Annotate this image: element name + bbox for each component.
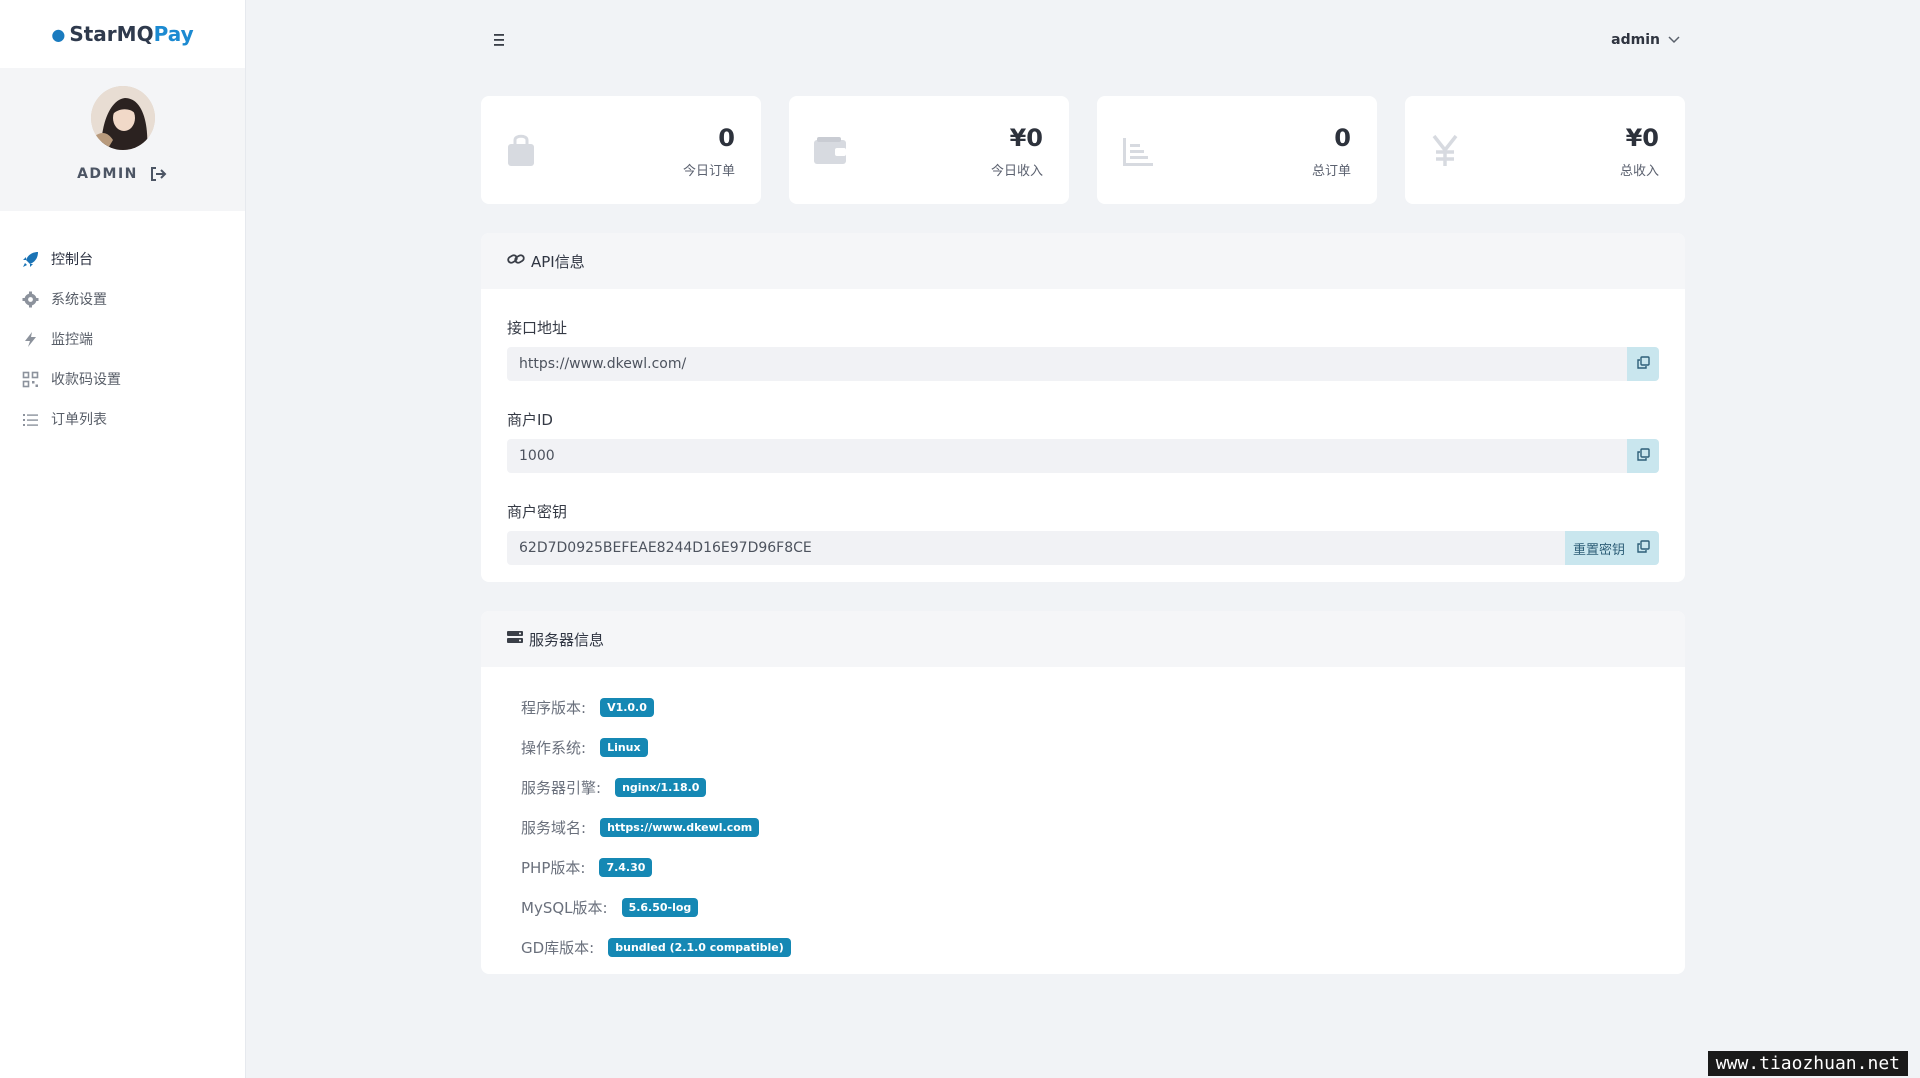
user-dropdown[interactable]: admin <box>1611 32 1680 48</box>
copy-icon <box>1636 447 1650 465</box>
info-row-version: 程序版本: V1.0.0 <box>507 687 1659 727</box>
qrcode-icon <box>22 371 39 388</box>
reset-key-button[interactable]: 重置密钥 <box>1564 531 1627 565</box>
info-row-php: PHP版本: 7.4.30 <box>507 847 1659 887</box>
stat-value: ¥0 <box>1009 124 1043 152</box>
info-label: 程序版本: <box>521 698 587 717</box>
stat-card-total-income: ¥0 总收入 <box>1405 96 1685 204</box>
sidebar-menu: 控制台 系统设置 监控端 收款码设置 订单列表 <box>0 211 245 439</box>
sidebar-item-dashboard[interactable]: 控制台 <box>0 239 245 279</box>
stat-value: ¥0 <box>1625 124 1659 152</box>
panel-header: 服务器信息 <box>481 611 1685 667</box>
reset-key-label: 重置密钥 <box>1572 542 1625 558</box>
menu-toggle-icon[interactable] <box>490 32 508 46</box>
avatar <box>90 86 155 150</box>
copy-endpoint-button[interactable] <box>1627 347 1659 381</box>
merchant-key-label: 商户密钥 <box>507 503 568 521</box>
copy-merchant-id-button[interactable] <box>1627 439 1659 473</box>
info-label: GD库版本: <box>521 938 595 957</box>
bar-chart-icon <box>1121 130 1153 170</box>
panel-header: API信息 <box>481 233 1685 289</box>
info-row-domain: 服务域名: https://www.dkewl.com <box>507 807 1659 847</box>
brand-name-part2: Pay <box>153 22 194 46</box>
stat-card-today-income: ¥0 今日收入 <box>789 96 1069 204</box>
info-badge: bundled (2.1.0 compatible) <box>608 937 791 957</box>
yen-icon <box>1429 130 1461 170</box>
info-row-os: 操作系统: Linux <box>507 727 1659 767</box>
sidebar-item-label: 系统设置 <box>51 292 107 308</box>
sidebar-item-monitor[interactable]: 监控端 <box>0 319 245 359</box>
info-row-engine: 服务器引擎: nginx/1.18.0 <box>507 767 1659 807</box>
stat-label: 总订单 <box>1311 164 1351 179</box>
stat-card-total-orders: 0 总订单 <box>1097 96 1377 204</box>
info-label: PHP版本: <box>521 858 586 877</box>
info-badge: 7.4.30 <box>599 857 653 877</box>
user-name: admin <box>1611 32 1660 48</box>
endpoint-field[interactable] <box>507 347 1627 381</box>
stat-value: 0 <box>718 124 735 152</box>
info-row-mysql: MySQL版本: 5.6.50-log <box>507 887 1659 927</box>
info-label: 操作系统: <box>521 738 587 757</box>
logout-icon[interactable] <box>150 166 168 182</box>
wallet-icon <box>813 130 846 170</box>
gear-icon <box>22 291 39 308</box>
sidebar: ● StarMQ Pay ADMIN 控制台 系统设置 监控端 收款码设置 订单… <box>0 0 246 1078</box>
info-row-gd: GD库版本: bundled (2.1.0 compatible) <box>507 927 1659 967</box>
panel-title: API信息 <box>531 252 585 271</box>
user-profile: ADMIN <box>0 68 245 211</box>
info-label: 服务域名: <box>521 818 587 837</box>
rocket-icon <box>22 251 39 268</box>
sidebar-item-label: 监控端 <box>51 332 93 348</box>
sidebar-item-qrcode-settings[interactable]: 收款码设置 <box>0 359 245 399</box>
info-badge: Linux <box>600 737 648 757</box>
copy-icon <box>1636 539 1650 557</box>
stat-label: 今日订单 <box>682 164 735 179</box>
info-label: MySQL版本: <box>521 898 608 917</box>
stat-value: 0 <box>1334 124 1351 152</box>
api-info-panel: API信息 接口地址 商户ID 商户密钥 重置密钥 <box>481 233 1685 582</box>
flame-icon: ● <box>51 24 66 44</box>
stat-label: 总收入 <box>1619 164 1659 179</box>
stat-label: 今日收入 <box>990 164 1043 179</box>
sidebar-item-label: 订单列表 <box>51 412 107 428</box>
server-icon <box>507 630 523 648</box>
endpoint-label: 接口地址 <box>507 319 568 337</box>
link-icon <box>507 252 525 270</box>
info-badge: https://www.dkewl.com <box>600 817 760 837</box>
lightning-icon <box>22 331 39 348</box>
profile-name: ADMIN <box>77 166 138 182</box>
watermark: www.tiaozhuan.net <box>1707 1051 1908 1076</box>
copy-merchant-key-button[interactable] <box>1627 531 1659 565</box>
info-label: 服务器引擎: <box>521 778 602 797</box>
sidebar-item-label: 控制台 <box>51 252 93 268</box>
stat-card-today-orders: 0 今日订单 <box>481 96 761 204</box>
sidebar-item-order-list[interactable]: 订单列表 <box>0 399 245 439</box>
info-badge: 5.6.50-log <box>621 897 699 917</box>
sidebar-item-label: 收款码设置 <box>51 372 121 388</box>
copy-icon <box>1636 355 1650 373</box>
info-badge: V1.0.0 <box>600 697 654 717</box>
chevron-down-icon <box>1668 32 1680 48</box>
merchant-key-field[interactable] <box>507 531 1565 565</box>
merchant-id-label: 商户ID <box>507 411 553 429</box>
info-badge: nginx/1.18.0 <box>615 777 707 797</box>
server-info-panel: 服务器信息 程序版本: V1.0.0 操作系统: Linux 服务器引擎: ng… <box>481 611 1685 974</box>
sidebar-item-system-settings[interactable]: 系统设置 <box>0 279 245 319</box>
list-icon <box>22 411 39 428</box>
shopping-bag-icon <box>505 130 537 170</box>
panel-title: 服务器信息 <box>529 630 605 649</box>
brand-logo[interactable]: ● StarMQ Pay <box>0 0 245 68</box>
brand-name-part1: StarMQ <box>69 22 154 46</box>
merchant-id-field[interactable] <box>507 439 1627 473</box>
